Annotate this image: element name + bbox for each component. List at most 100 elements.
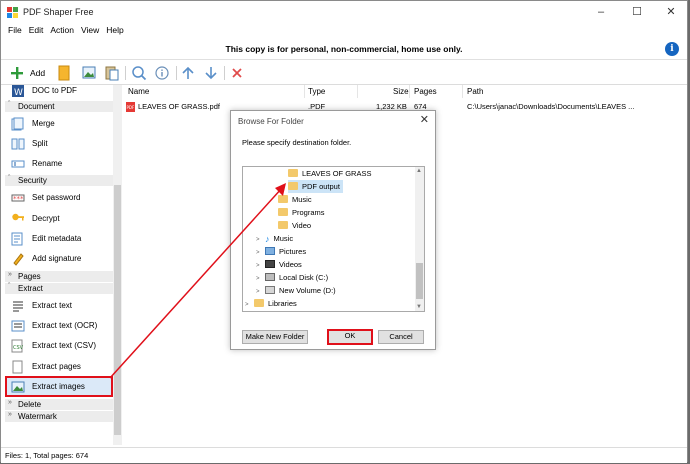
drive-icon [265, 286, 275, 294]
drive-icon [265, 273, 275, 281]
sidebar-item-doc-to-pdf[interactable]: W DOC to PDF [5, 81, 113, 101]
add-label: Add [30, 68, 46, 78]
section-header-watermark[interactable]: » Watermark [5, 411, 113, 422]
toolbar-separator [125, 66, 126, 80]
sidebar-item-add-signature[interactable]: Add signature [5, 249, 113, 269]
minimize-button[interactable]: – [591, 5, 611, 19]
arrow-down-icon[interactable] [204, 65, 218, 81]
section-header-extract[interactable]: ˆ Extract [5, 283, 113, 294]
menu-help[interactable]: Help [106, 23, 123, 38]
ok-button[interactable]: OK [327, 329, 373, 345]
key-icon [12, 213, 24, 221]
maximize-button[interactable]: ☐ [627, 5, 647, 19]
arrow-up-icon[interactable] [181, 65, 195, 81]
file-name: LEAVES OF GRASS.pdf [138, 102, 220, 111]
browse-folder-dialog: Browse For Folder ✕ Please specify desti… [230, 110, 436, 350]
sidebar-item-decrypt[interactable]: Decrypt [5, 209, 113, 229]
menu-edit[interactable]: Edit [29, 23, 44, 38]
sidebar-item-extract-text-csv[interactable]: CSV Extract text (CSV) [5, 336, 113, 356]
pdf-file-icon: PDF [126, 102, 135, 112]
ocr-icon [11, 320, 25, 332]
libraries-icon [254, 299, 264, 307]
file-path: C:\Users\janac\Downloads\Documents\LEAVE… [467, 102, 635, 111]
text-lines-icon [13, 301, 23, 312]
column-divider [357, 85, 358, 98]
tree-item-videos[interactable]: > Videos [256, 258, 302, 271]
tree-item-pdf-output[interactable]: PDF output [288, 180, 343, 193]
license-banner: This copy is for personal, non-commercia… [1, 38, 687, 60]
sidebar-item-extract-text-ocr[interactable]: Extract text (OCR) [5, 316, 113, 336]
split-icon [11, 138, 25, 150]
add-button[interactable]: Add [11, 65, 47, 81]
scroll-up-icon[interactable]: ▲ [416, 168, 422, 174]
section-header-document[interactable]: ˆ Document [5, 101, 113, 112]
music-icon: ♪ [265, 234, 270, 244]
image-icon[interactable] [82, 65, 96, 81]
tree-item-music-folder[interactable]: Music [278, 193, 312, 206]
svg-text:***: *** [13, 195, 24, 203]
status-bar: Files: 1, Total pages: 674 [1, 447, 687, 463]
make-new-folder-button[interactable]: Make New Folder [242, 330, 308, 344]
sidebar-scrollbar[interactable] [113, 85, 122, 445]
expand-chevron-icon[interactable]: > [245, 299, 254, 311]
scroll-down-icon[interactable]: ▼ [416, 304, 422, 310]
title-bar: PDF Shaper Free – ☐ ✕ [1, 1, 687, 23]
section-header-security[interactable]: ˆ Security [5, 175, 113, 186]
column-name[interactable]: Name [128, 87, 149, 96]
merge-icon [11, 117, 24, 131]
tree-item-pictures[interactable]: > Pictures [256, 245, 306, 258]
svg-text:CSV: CSV [13, 345, 24, 351]
folder-icon [288, 169, 298, 177]
clipboard-icon[interactable] [105, 65, 119, 81]
toolbar-separator [176, 66, 177, 80]
column-path[interactable]: Path [467, 87, 483, 96]
page-icon [12, 360, 23, 374]
tree-item-music[interactable]: > ♪ Music [256, 232, 293, 245]
menu-action[interactable]: Action [50, 23, 74, 38]
dialog-close-button[interactable]: ✕ [420, 113, 429, 126]
sidebar-item-extract-images[interactable]: Extract images [5, 376, 113, 397]
metadata-icon [11, 232, 23, 246]
info-icon[interactable]: i [665, 42, 679, 56]
svg-text:PDF: PDF [127, 105, 135, 110]
document-icon[interactable] [58, 65, 70, 81]
password-icon: *** [11, 194, 25, 203]
sidebar-item-split[interactable]: Split [5, 134, 113, 154]
sidebar-item-set-password[interactable]: *** Set password [5, 188, 113, 208]
sidebar-item-extract-text[interactable]: Extract text [5, 296, 113, 316]
search-icon[interactable] [131, 65, 147, 81]
sidebar-item-rename[interactable]: Rename [5, 154, 113, 174]
folder-tree: LEAVES OF GRASS PDF output Music Program… [242, 166, 425, 312]
column-type[interactable]: Type [308, 87, 325, 96]
tree-item-video[interactable]: Video [278, 219, 311, 232]
signature-icon [13, 253, 24, 266]
sidebar-item-extract-pages[interactable]: Extract pages [5, 357, 113, 377]
folder-icon [288, 182, 298, 190]
column-pages[interactable]: Pages [414, 87, 437, 96]
tree-item-local-disk-c[interactable]: > Local Disk (C:) [256, 271, 328, 284]
tree-item-programs[interactable]: Programs [278, 206, 325, 219]
plus-icon [11, 67, 23, 79]
menu-view[interactable]: View [81, 23, 99, 38]
status-text: Files: 1, Total pages: 674 [5, 451, 89, 460]
sidebar-item-edit-metadata[interactable]: Edit metadata [5, 229, 113, 249]
tree-scrollbar[interactable]: ▲ ▼ [415, 167, 424, 311]
tree-scroll-thumb[interactable] [416, 263, 423, 299]
info-toolbar-icon[interactable] [155, 65, 169, 81]
sidebar-scroll-thumb[interactable] [114, 185, 121, 435]
cancel-button[interactable]: Cancel [378, 330, 424, 344]
menu-file[interactable]: File [8, 23, 22, 38]
tree-item-libraries[interactable]: > Libraries [245, 297, 297, 310]
sidebar-item-merge[interactable]: Merge [5, 114, 113, 134]
svg-text:W: W [14, 88, 23, 98]
column-size[interactable]: Size [393, 87, 409, 96]
tree-item-leaves-of-grass[interactable]: LEAVES OF GRASS [288, 167, 371, 180]
section-header-pages[interactable]: » Pages [5, 271, 113, 282]
section-header-delete[interactable]: » Delete [5, 399, 113, 410]
tree-item-new-volume-d[interactable]: > New Volume (D:) [256, 284, 336, 297]
toolbar-separator [224, 66, 225, 80]
dialog-title: Browse For Folder [238, 117, 304, 126]
remove-icon[interactable] [231, 65, 243, 81]
folder-icon [278, 208, 288, 216]
close-window-button[interactable]: ✕ [661, 5, 681, 19]
